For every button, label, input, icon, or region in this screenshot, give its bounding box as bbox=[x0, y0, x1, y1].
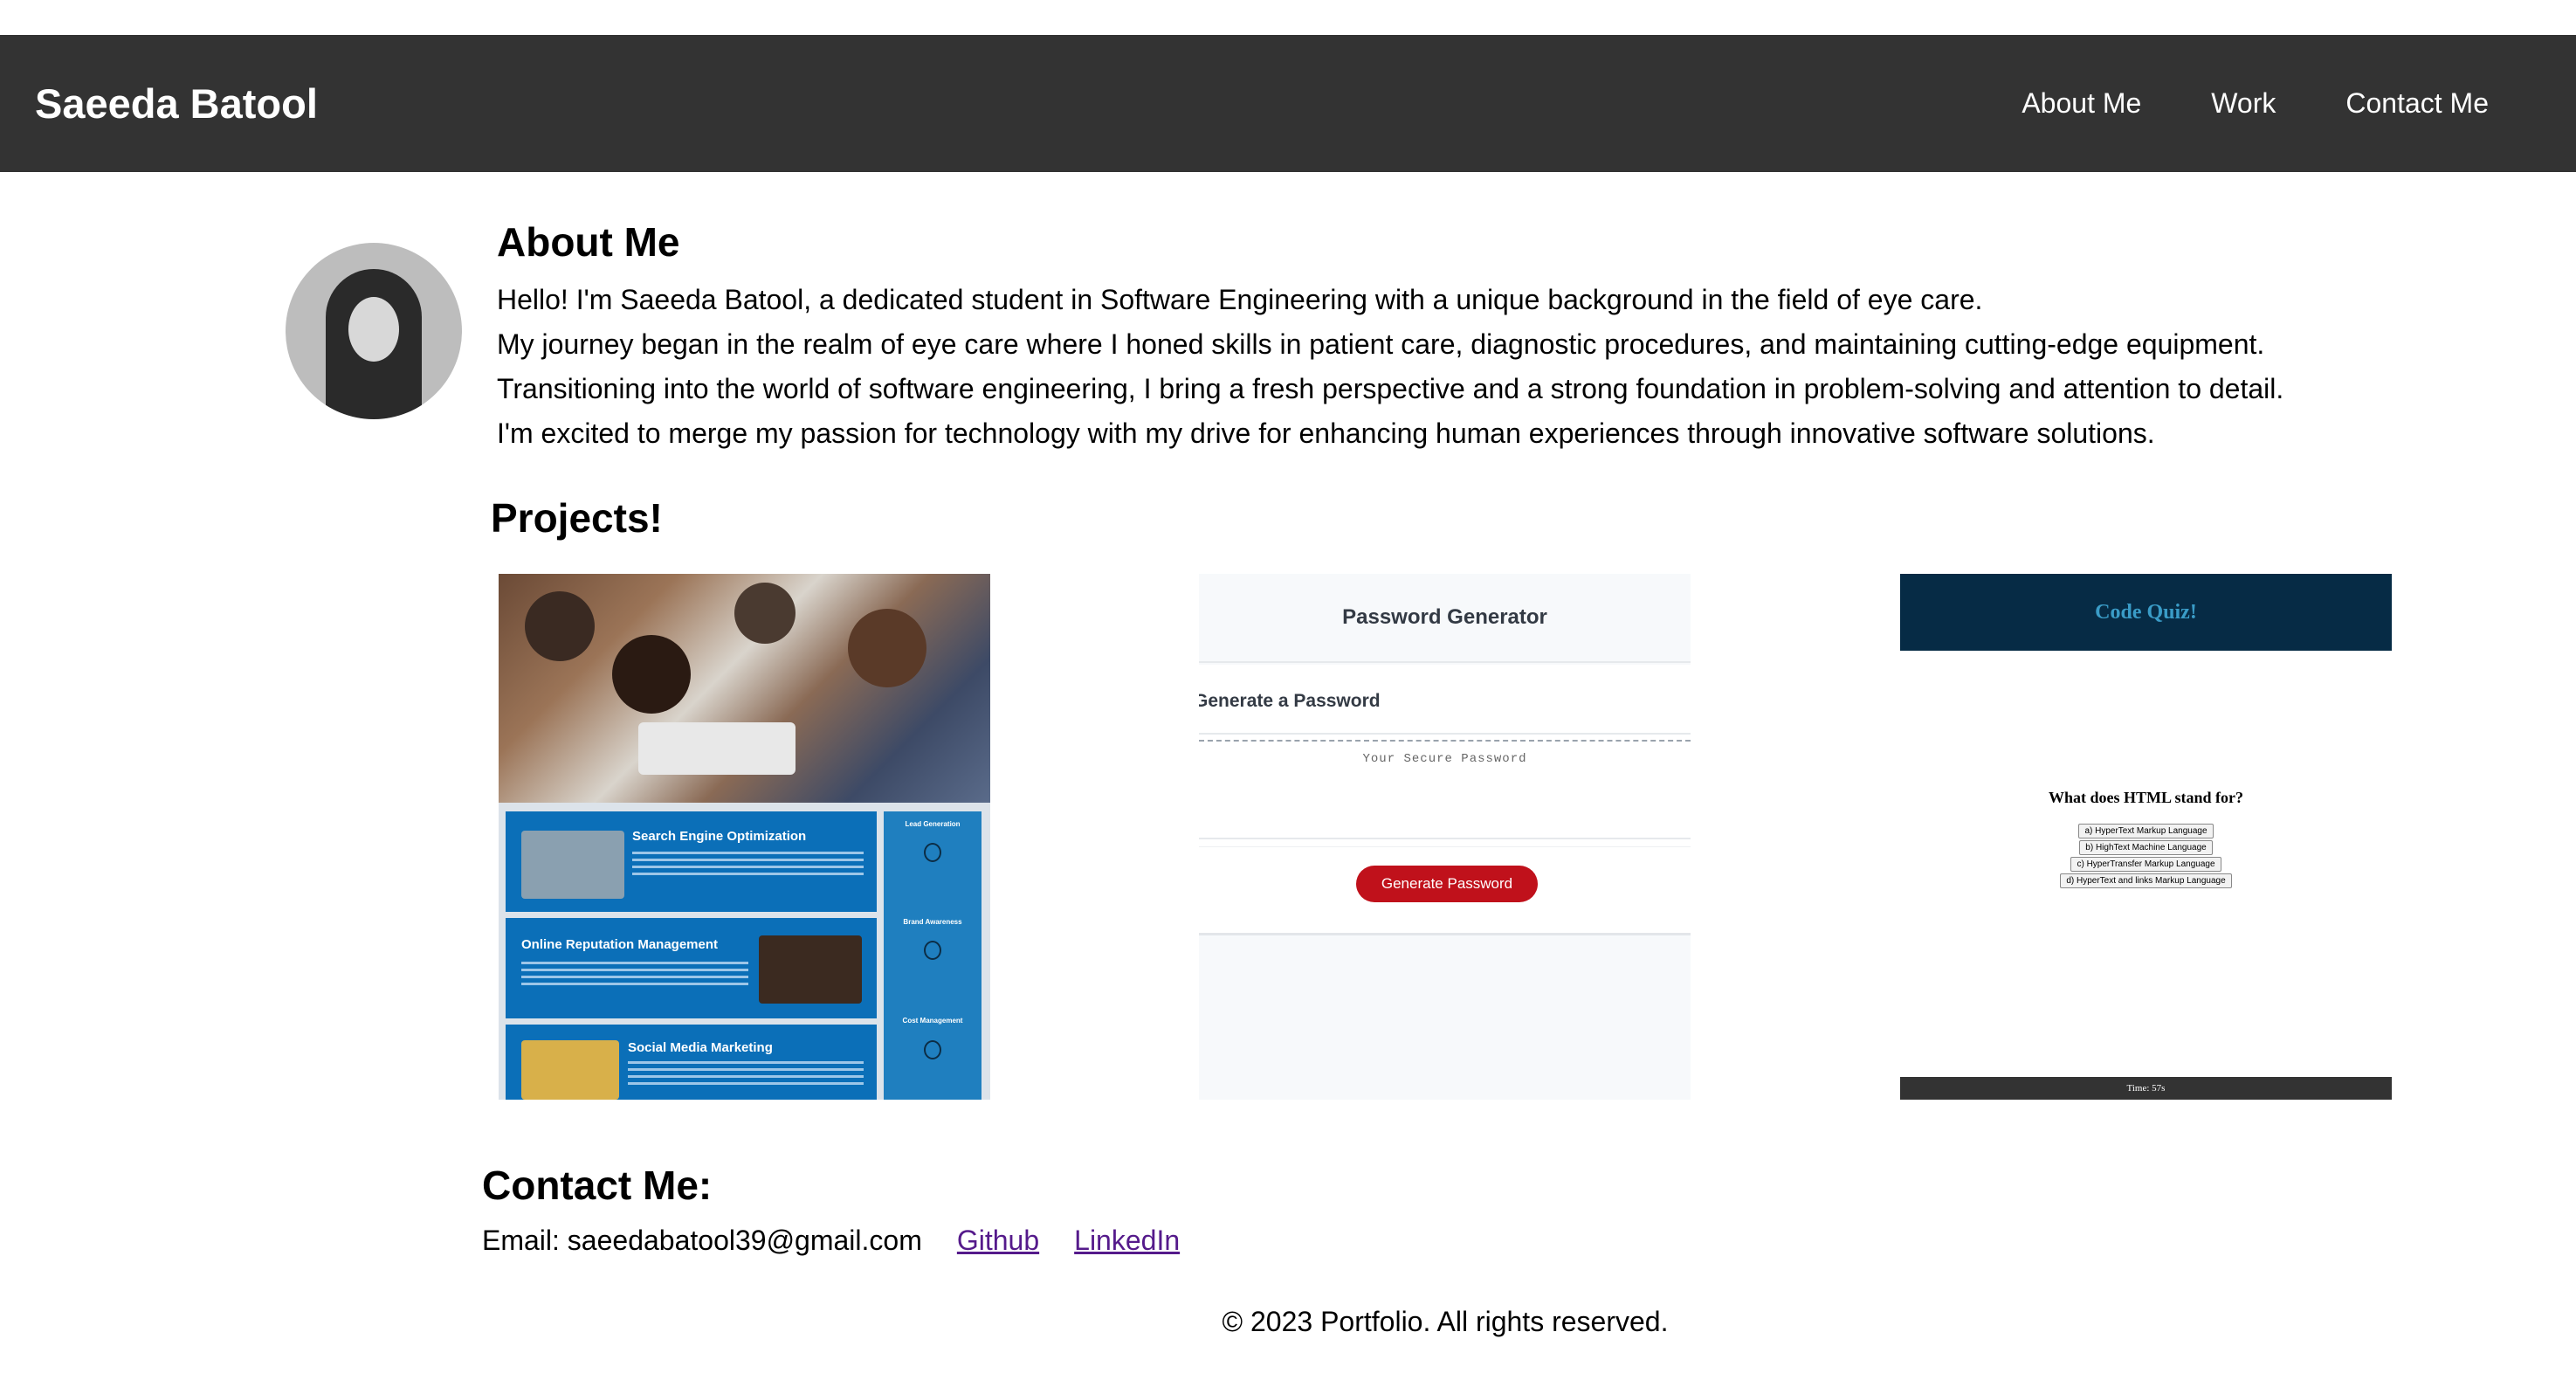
contact-row: Email: saeedabatool39@gmail.com Github L… bbox=[482, 1225, 1180, 1257]
password-card-heading: Generate a Password bbox=[1199, 691, 1381, 711]
quiz-option-b[interactable]: b) HighText Machine Language bbox=[2079, 840, 2213, 855]
gears-icon bbox=[924, 1040, 941, 1059]
generate-password-button[interactable]: Generate Password bbox=[1356, 866, 1538, 902]
project-card-password-generator[interactable]: Password Generator Generate a Password Y… bbox=[1199, 574, 1691, 1100]
project-card-code-quiz[interactable]: Code Quiz! What does HTML stand for? a) … bbox=[1900, 574, 2392, 1100]
about-paragraph: My journey began in the realm of eye car… bbox=[497, 328, 2265, 360]
tile-seo: Search Engine Optimization bbox=[506, 811, 877, 912]
code-quiz-title: Code Quiz! bbox=[1900, 574, 2392, 651]
site-footer: © 2023 Portfolio. All rights reserved. bbox=[0, 1306, 2576, 1338]
broadcast-icon bbox=[924, 941, 941, 960]
about-paragraph: Transitioning into the world of software… bbox=[497, 373, 2284, 404]
quiz-option-a[interactable]: a) HyperText Markup Language bbox=[2078, 824, 2214, 838]
project-card-marketing[interactable]: Search Engine Optimization Online Reputa… bbox=[499, 574, 990, 1100]
quiz-timer: Time: 57s bbox=[1900, 1077, 2392, 1100]
about-heading: About Me bbox=[497, 219, 680, 265]
about-section: About Me Hello! I'm Saeeda Batool, a ded… bbox=[286, 218, 2283, 456]
site-brand[interactable]: Saeeda Batool bbox=[35, 79, 318, 128]
nav-contact-me[interactable]: Contact Me bbox=[2345, 87, 2489, 120]
quiz-option-c[interactable]: c) HyperTransfer Markup Language bbox=[2070, 857, 2221, 872]
about-text: About Me Hello! I'm Saeeda Batool, a ded… bbox=[497, 218, 2283, 456]
contact-email: Email: saeedabatool39@gmail.com bbox=[482, 1225, 922, 1256]
tile-social-media: Social Media Marketing bbox=[506, 1025, 877, 1100]
about-paragraph: Hello! I'm Saeeda Batool, a dedicated st… bbox=[497, 284, 1983, 315]
projects-heading: Projects! bbox=[491, 495, 663, 541]
quiz-option-d[interactable]: d) HyperText and links Markup Language bbox=[2060, 873, 2232, 888]
password-generator-title: Password Generator bbox=[1199, 574, 1691, 663]
bulb-icon bbox=[924, 843, 941, 862]
nav-work[interactable]: Work bbox=[2211, 87, 2276, 120]
nav-about-me[interactable]: About Me bbox=[2022, 87, 2141, 120]
quiz-question: What does HTML stand for? bbox=[2048, 789, 2244, 806]
site-header: Saeeda Batool About Me Work Contact Me bbox=[0, 35, 2576, 172]
password-card: Generate a Password Your Secure Password… bbox=[1199, 665, 1691, 935]
github-link[interactable]: Github bbox=[957, 1225, 1039, 1257]
avatar bbox=[286, 243, 462, 419]
project-photo bbox=[499, 574, 990, 803]
about-paragraph: I'm excited to merge my passion for tech… bbox=[497, 418, 2155, 449]
contact-heading: Contact Me: bbox=[482, 1163, 713, 1208]
quiz-options: a) HyperText Markup Language b) HighText… bbox=[1900, 824, 2392, 888]
main-nav: About Me Work Contact Me bbox=[1952, 87, 2489, 120]
password-output[interactable]: Your Secure Password bbox=[1199, 752, 1691, 766]
linkedin-link[interactable]: LinkedIn bbox=[1074, 1225, 1180, 1257]
tile-reputation: Online Reputation Management bbox=[506, 918, 877, 1018]
side-panel: Lead Generation Brand Awareness Cost Man… bbox=[884, 811, 981, 1100]
footer-copyright: © 2023 Portfolio. All rights reserved. bbox=[1222, 1306, 1669, 1337]
